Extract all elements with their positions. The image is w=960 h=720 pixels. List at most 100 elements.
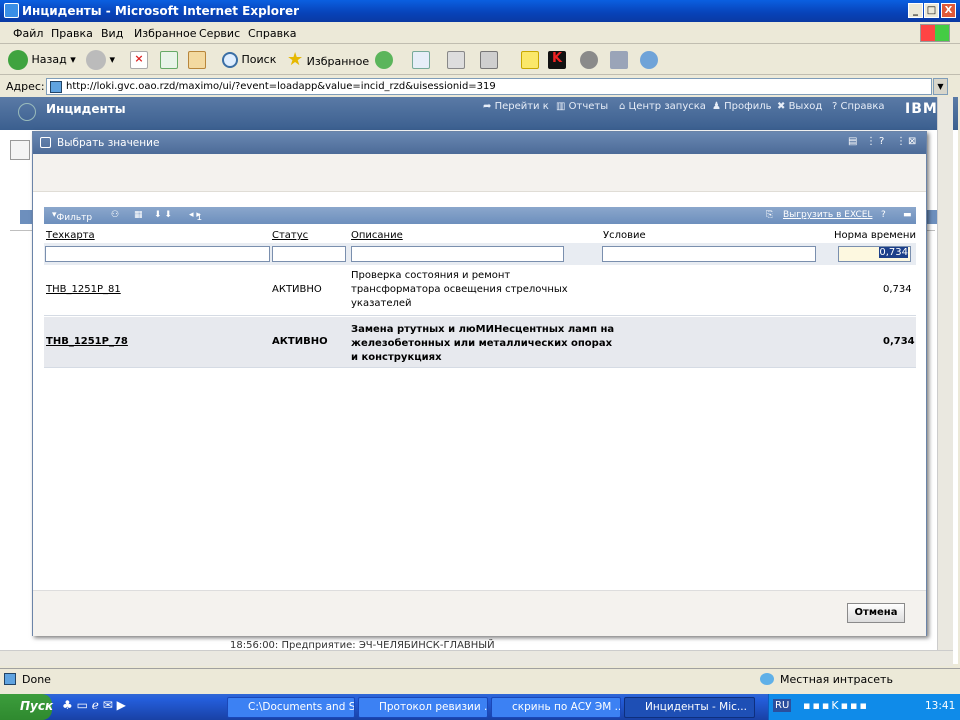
menu-tools[interactable]: Сервис bbox=[199, 27, 240, 40]
home-icon[interactable] bbox=[188, 51, 206, 69]
filter-description-input[interactable] bbox=[351, 246, 564, 262]
page-horizontal-scrollbar[interactable] bbox=[0, 650, 953, 666]
menu-file[interactable]: Файл bbox=[13, 27, 43, 40]
quicklaunch-desktop-icon[interactable]: ▭ bbox=[77, 698, 88, 712]
col-condition: Условие bbox=[603, 230, 646, 241]
filter-condition-input[interactable] bbox=[602, 246, 816, 262]
quicklaunch-ie-icon[interactable]: ℯ bbox=[92, 698, 99, 712]
intranet-icon bbox=[760, 673, 774, 685]
task-word-protocol[interactable]: Протокол ревизии ... bbox=[358, 697, 488, 718]
col-norm-time: Норма времени bbox=[834, 230, 916, 241]
note-icon[interactable] bbox=[521, 51, 539, 69]
row-techcard-link[interactable]: ТНВ_1251Р_78 bbox=[46, 336, 128, 347]
quicklaunch-tree-icon[interactable]: ♣ bbox=[62, 698, 73, 712]
filter-button[interactable]: ▾ Фильтр bbox=[52, 210, 92, 223]
dialog-icon bbox=[40, 137, 51, 148]
address-input[interactable]: http://loki.gvc.oao.rzd/maximo/ui/?event… bbox=[46, 78, 932, 95]
menu-edit[interactable]: Правка bbox=[51, 27, 93, 40]
dialog-menu-icon[interactable]: ▤ bbox=[848, 136, 857, 147]
app-header: Инциденты ➦ Перейти к ▥ Отчеты ⌂ Центр з… bbox=[0, 97, 958, 130]
nav-launch[interactable]: ⌂ Центр запуска bbox=[619, 101, 706, 112]
paging: ◂ 1 - 2 из 2 ▸ bbox=[189, 210, 207, 263]
nav-reports[interactable]: ▥ Отчеты bbox=[556, 101, 608, 112]
start-button[interactable]: Пуск bbox=[0, 694, 53, 720]
row-description-line1: Проверка состояния и ремонт bbox=[351, 270, 511, 281]
col-description[interactable]: Описание bbox=[351, 230, 403, 241]
row-norm: 0,734 bbox=[883, 336, 915, 347]
row-status: АКТИВНО bbox=[272, 336, 328, 347]
messenger-icon[interactable] bbox=[640, 51, 658, 69]
nav-launch-label: Центр запуска bbox=[628, 101, 706, 112]
menu-favorites[interactable]: Избранное bbox=[134, 27, 196, 40]
close-button[interactable]: X bbox=[941, 3, 956, 18]
quicklaunch-media-icon[interactable]: ▶ bbox=[117, 698, 126, 712]
search-label: Поиск bbox=[241, 53, 277, 66]
nav-goto[interactable]: ➦ Перейти к bbox=[483, 101, 549, 112]
grid-icon[interactable]: ▦ bbox=[134, 210, 143, 220]
print-icon[interactable] bbox=[447, 51, 465, 69]
page-done-icon bbox=[4, 673, 16, 685]
browser-toolbar: Назад ▾ ▾ × Поиск ★ Избранное K bbox=[0, 45, 960, 75]
dialog-help-icon[interactable]: ? bbox=[879, 136, 884, 147]
table-toolbar: ▾ Фильтр ⚇ ▦ ⬇ ⬇ ◂ 1 - 2 из 2 ▸ ⎘ Выгруз… bbox=[44, 207, 916, 263]
minimize-button[interactable]: _ bbox=[908, 3, 923, 18]
col-status[interactable]: Статус bbox=[272, 230, 308, 241]
filter-norm-input[interactable]: 0,734 bbox=[838, 246, 911, 262]
row-description-line3: и конструкциях bbox=[351, 352, 442, 363]
task-explorer[interactable]: C:\Documents and S... bbox=[227, 697, 355, 718]
task-word-screens[interactable]: скринь по АСУ ЭМ ... bbox=[491, 697, 621, 718]
row-description-line2: трансформатора освещения стрелочных bbox=[351, 284, 568, 295]
row-techcard-link[interactable]: ТНВ_1251Р_81 bbox=[46, 284, 121, 295]
filter-status-input[interactable] bbox=[272, 246, 346, 262]
nav-help[interactable]: ? Справка bbox=[832, 101, 885, 112]
windows-logo-icon bbox=[920, 24, 950, 42]
address-dropdown-button[interactable]: ▼ bbox=[933, 78, 948, 95]
favorites-button[interactable]: ★ Избранное bbox=[287, 50, 369, 70]
nav-profile-label: Профиль bbox=[724, 101, 772, 112]
system-tray: RU ▪▪▪K▪▪▪ 13:41 bbox=[768, 694, 960, 720]
filter-techcard-input[interactable] bbox=[45, 246, 270, 262]
cancel-button[interactable]: Отмена bbox=[847, 603, 905, 623]
zone-text: Местная интрасеть bbox=[780, 673, 893, 686]
filter-row: 0,734 bbox=[44, 243, 916, 265]
nav-profile[interactable]: ♟ Профиль bbox=[712, 101, 771, 112]
search-button[interactable]: Поиск bbox=[222, 50, 276, 70]
menu-help[interactable]: Справка bbox=[248, 27, 296, 40]
export-excel-link[interactable]: Выгрузить в EXCEL bbox=[783, 210, 872, 220]
dialog-title: Выбрать значение bbox=[57, 137, 160, 149]
table-row-selected[interactable]: ТНВ_1251Р_78 АКТИВНО Замена ртутных и лю… bbox=[44, 317, 916, 368]
table-collapse-icon[interactable]: ▬ bbox=[903, 210, 912, 220]
favorites-label: Избранное bbox=[306, 55, 370, 68]
mail-icon[interactable] bbox=[412, 51, 430, 69]
stop-icon[interactable]: × bbox=[130, 51, 148, 69]
table-help-icon[interactable]: ? bbox=[881, 210, 886, 220]
quicklaunch-outlook-icon[interactable]: ✉ bbox=[103, 698, 113, 712]
forward-button[interactable]: ▾ bbox=[86, 50, 115, 70]
search-icon bbox=[222, 52, 238, 68]
clock: 13:41 bbox=[925, 700, 956, 712]
col-techcard[interactable]: Техкарта bbox=[46, 230, 95, 241]
kaspersky-icon[interactable]: K bbox=[548, 51, 566, 69]
task-ie-incidents[interactable]: Инциденты - Mic... bbox=[624, 697, 755, 718]
select-value-dialog: Выбрать значение ▤ ⋮ ? ⋮ ⊠ ▾ Фильтр ⚇ ▦ … bbox=[32, 131, 927, 636]
page-vertical-scrollbar[interactable] bbox=[937, 97, 953, 664]
filter-norm-value: 0,734 bbox=[879, 247, 908, 258]
nav-logout[interactable]: ✖ Выход bbox=[777, 101, 822, 112]
tools-icon[interactable] bbox=[610, 51, 628, 69]
maximize-button[interactable]: □ bbox=[924, 3, 939, 18]
back-button[interactable]: Назад ▾ bbox=[8, 50, 76, 70]
tray-icons[interactable]: ▪▪▪K▪▪▪ bbox=[803, 699, 869, 712]
language-indicator[interactable]: RU bbox=[773, 699, 792, 712]
edit-icon[interactable] bbox=[480, 51, 498, 69]
forward-arrow-icon bbox=[86, 50, 106, 70]
table-row[interactable]: ТНВ_1251Р_81 АКТИВНО Проверка состояния … bbox=[44, 266, 916, 316]
refresh-icon[interactable] bbox=[160, 51, 178, 69]
plugin-icon[interactable] bbox=[580, 51, 598, 69]
download-icon[interactable]: ⬇ ⬇ bbox=[154, 210, 172, 220]
dialog-close-icon[interactable]: ⊠ bbox=[908, 136, 916, 147]
binoculars-icon[interactable]: ⚇ bbox=[111, 210, 119, 220]
media-icon[interactable] bbox=[375, 51, 393, 69]
nav-help-label: Справка bbox=[840, 101, 885, 112]
menu-view[interactable]: Вид bbox=[101, 27, 123, 40]
window-title: Инциденты - Microsoft Internet Explorer bbox=[22, 4, 300, 18]
